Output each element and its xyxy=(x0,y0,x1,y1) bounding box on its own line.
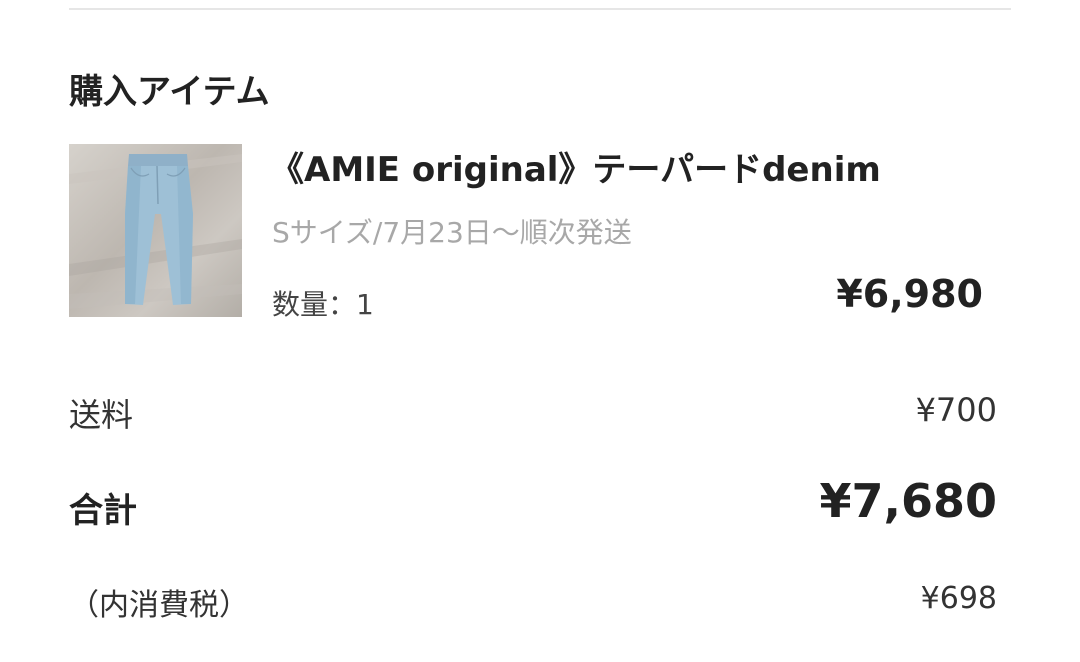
top-divider xyxy=(69,8,1011,10)
product-quantity: 数量：1 xyxy=(272,288,374,321)
total-value: ¥7,680 xyxy=(819,474,997,528)
section-heading: 購入アイテム xyxy=(69,72,270,112)
tax-label: （内消費税） xyxy=(69,588,249,623)
product-price: ¥6,980 xyxy=(836,272,983,316)
shipping-label: 送料 xyxy=(69,396,134,434)
total-label: 合計 xyxy=(69,491,137,531)
product-name[interactable]: 《AMIE original》テーパードdenim xyxy=(270,142,881,191)
product-variant: Sサイズ/7月23日～順次発送 xyxy=(272,216,632,249)
tax-value: ¥698 xyxy=(920,581,997,616)
jeans-icon xyxy=(69,154,242,309)
shipping-value: ¥700 xyxy=(915,391,997,429)
product-image[interactable] xyxy=(69,144,242,317)
